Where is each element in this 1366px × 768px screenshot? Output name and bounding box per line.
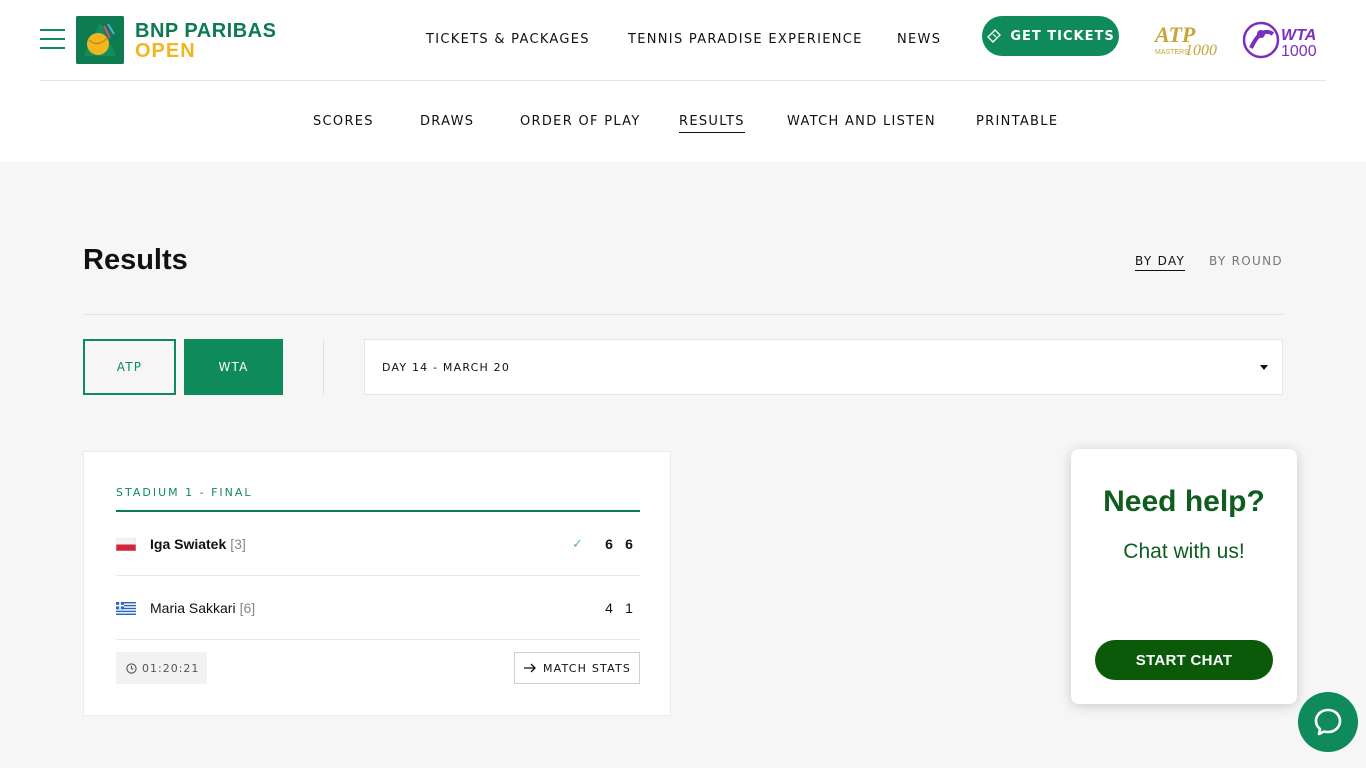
court-label: STADIUM 1 - FINAL xyxy=(116,486,253,499)
match-duration: 01:20:21 xyxy=(116,652,207,684)
help-widget: Need help? Chat with us! START CHAT xyxy=(1071,449,1297,704)
player-seed: [3] xyxy=(230,536,246,552)
player-seed: [6] xyxy=(239,600,256,616)
caret-down-icon xyxy=(1260,365,1268,370)
tournament-logo-icon[interactable] xyxy=(76,16,124,64)
set-score: 6 xyxy=(625,536,633,552)
match-stats-button[interactable]: MATCH STATS xyxy=(514,652,640,684)
set-score: 4 xyxy=(605,600,613,616)
help-subtitle: Chat with us! xyxy=(1123,540,1245,563)
subnav-order-of-play[interactable]: ORDER OF PLAY xyxy=(520,114,641,132)
match-stats-label: MATCH STATS xyxy=(542,661,632,675)
svg-text:1000: 1000 xyxy=(1185,42,1217,58)
player-row: Iga Swiatek [3] ✓ 6 6 xyxy=(116,512,640,576)
start-chat-button[interactable]: START CHAT xyxy=(1095,640,1273,680)
day-select-value: DAY 14 - MARCH 20 xyxy=(382,360,511,374)
subnav-draws[interactable]: DRAWS xyxy=(420,114,474,132)
day-select-dropdown[interactable]: DAY 14 - MARCH 20 xyxy=(364,339,1283,395)
subnav-results[interactable]: RESULTS xyxy=(679,114,745,133)
svg-text:WTA: WTA xyxy=(1281,27,1316,44)
poland-flag-icon xyxy=(116,538,136,551)
tour-wta-button[interactable]: WTA xyxy=(184,339,283,395)
arrow-right-icon xyxy=(523,663,536,673)
section-divider xyxy=(83,314,1283,315)
player-name[interactable]: Iga Swiatek [3] xyxy=(150,536,246,552)
brand-subname[interactable]: OPEN xyxy=(135,40,196,63)
chat-launcher-icon[interactable] xyxy=(1298,692,1358,752)
greece-flag-icon xyxy=(116,602,136,615)
header-divider xyxy=(40,80,1326,81)
hamburger-menu-icon[interactable] xyxy=(40,29,65,49)
view-by-round[interactable]: BY ROUND xyxy=(1209,254,1283,270)
help-title: Need help? xyxy=(1103,485,1265,518)
clock-icon xyxy=(126,662,137,674)
subnav-printable[interactable]: PRINTABLE xyxy=(976,114,1058,132)
page-title: Results xyxy=(83,244,188,276)
svg-text:1000: 1000 xyxy=(1281,43,1317,60)
view-by-day[interactable]: BY DAY xyxy=(1135,254,1186,271)
ticket-icon xyxy=(987,29,1002,43)
tour-atp-button[interactable]: ATP xyxy=(83,339,176,395)
player-name[interactable]: Maria Sakkari [6] xyxy=(150,600,255,616)
filter-divider xyxy=(323,339,324,395)
subnav-scores[interactable]: SCORES xyxy=(313,114,374,132)
nav-tickets-packages[interactable]: TICKETS & PACKAGES xyxy=(426,32,590,47)
nav-tennis-paradise[interactable]: TENNIS PARADISE EXPERIENCE xyxy=(628,32,863,47)
nav-news[interactable]: NEWS xyxy=(897,32,941,47)
match-card: STADIUM 1 - FINAL Iga Swiatek [3] ✓ 6 6 M… xyxy=(83,451,671,716)
site-header: BNP PARIBAS OPEN TICKETS & PACKAGES TENN… xyxy=(0,0,1366,162)
get-tickets-button[interactable]: GET TICKETS xyxy=(982,16,1119,56)
wta-1000-logo-icon[interactable]: WTA 1000 xyxy=(1241,20,1327,60)
set-score: 1 xyxy=(625,600,633,616)
set-score: 6 xyxy=(605,536,613,552)
subnav-watch-listen[interactable]: WATCH AND LISTEN xyxy=(787,114,936,132)
duration-value: 01:20:21 xyxy=(142,661,200,675)
get-tickets-label: GET TICKETS xyxy=(1010,28,1115,44)
atp-masters-logo-icon[interactable]: ATP MASTERS 1000 xyxy=(1153,22,1221,59)
winner-check-icon: ✓ xyxy=(572,536,583,551)
player-row: Maria Sakkari [6] 4 1 xyxy=(116,576,640,640)
